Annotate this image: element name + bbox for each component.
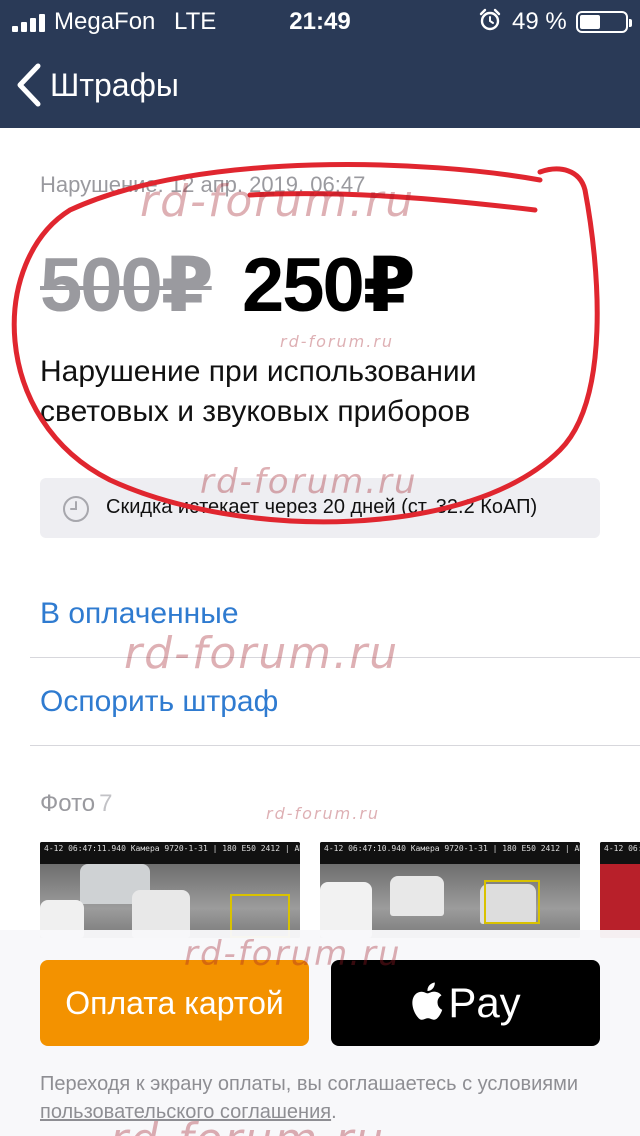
old-price: 500₽	[40, 243, 214, 328]
back-label: Штрафы	[50, 66, 179, 103]
navigation-bar: Штрафы	[0, 50, 640, 120]
photo-thumbnail[interactable]: 4-12 06:47:11.940 Камера 9720-1-31 | 180…	[40, 842, 300, 938]
payment-panel: Оплата картой Pay Переходя к экрану опла…	[0, 930, 640, 1136]
app-header: MegaFon LTE 21:49 49 % Штрафы	[0, 0, 640, 128]
dispute-fine-link[interactable]: Оспорить штраф	[40, 685, 278, 719]
chevron-left-icon	[17, 63, 41, 107]
photo-caption: 4-12 06:47:10.940 Камера 9720-1-31 | 180…	[320, 842, 580, 864]
photo-caption: 4-12 06:4 | 180 E50	[600, 842, 640, 864]
pay-by-card-button[interactable]: Оплата картой	[40, 960, 309, 1046]
watermark-text: rd-forum.ru	[266, 804, 381, 823]
divider	[30, 657, 640, 658]
discount-notice: Скидка истекает через 20 дней (ст. 32.2 …	[40, 478, 600, 538]
photo-thumbnail[interactable]: 4-12 06:4 | 180 E50	[600, 842, 640, 938]
mark-as-paid-link[interactable]: В оплаченные	[40, 597, 239, 631]
clock-icon	[63, 496, 89, 522]
violation-description: Нарушение при использовании световых и з…	[40, 355, 477, 428]
status-bar: MegaFon LTE 21:49 49 %	[0, 0, 640, 42]
divider	[30, 745, 640, 746]
discount-text: Скидка истекает через 20 дней (ст. 32.2 …	[106, 496, 538, 518]
user-agreement-link[interactable]: пользовательского соглашения	[40, 1101, 331, 1123]
photo-thumbnail[interactable]: 4-12 06:47:10.940 Камера 9720-1-31 | 180…	[320, 842, 580, 938]
battery-icon	[576, 11, 632, 33]
discounted-price: 250₽	[242, 243, 416, 328]
battery-percent: 49 %	[512, 8, 567, 35]
photos-label: Фото	[40, 790, 96, 817]
alarm-clock-icon	[479, 8, 501, 31]
photos-heading: Фото 7	[40, 790, 113, 818]
watermark-text: rd-forum.ru	[280, 332, 395, 351]
photo-caption: 4-12 06:47:11.940 Камера 9720-1-31 | 180…	[40, 842, 300, 864]
watermark-text: rd-forum.ru	[124, 628, 400, 679]
apple-pay-label: Pay	[448, 979, 521, 1026]
apple-logo-icon	[412, 982, 443, 1020]
terms-notice: Переходя к экрану оплаты, вы соглашаетес…	[40, 1073, 578, 1123]
apple-pay-button[interactable]: Pay	[331, 960, 600, 1046]
photos-count: 7	[99, 790, 113, 817]
violation-date: Нарушение: 12 апр. 2019, 06:47	[40, 172, 366, 197]
back-button[interactable]: Штрафы	[14, 60, 179, 110]
